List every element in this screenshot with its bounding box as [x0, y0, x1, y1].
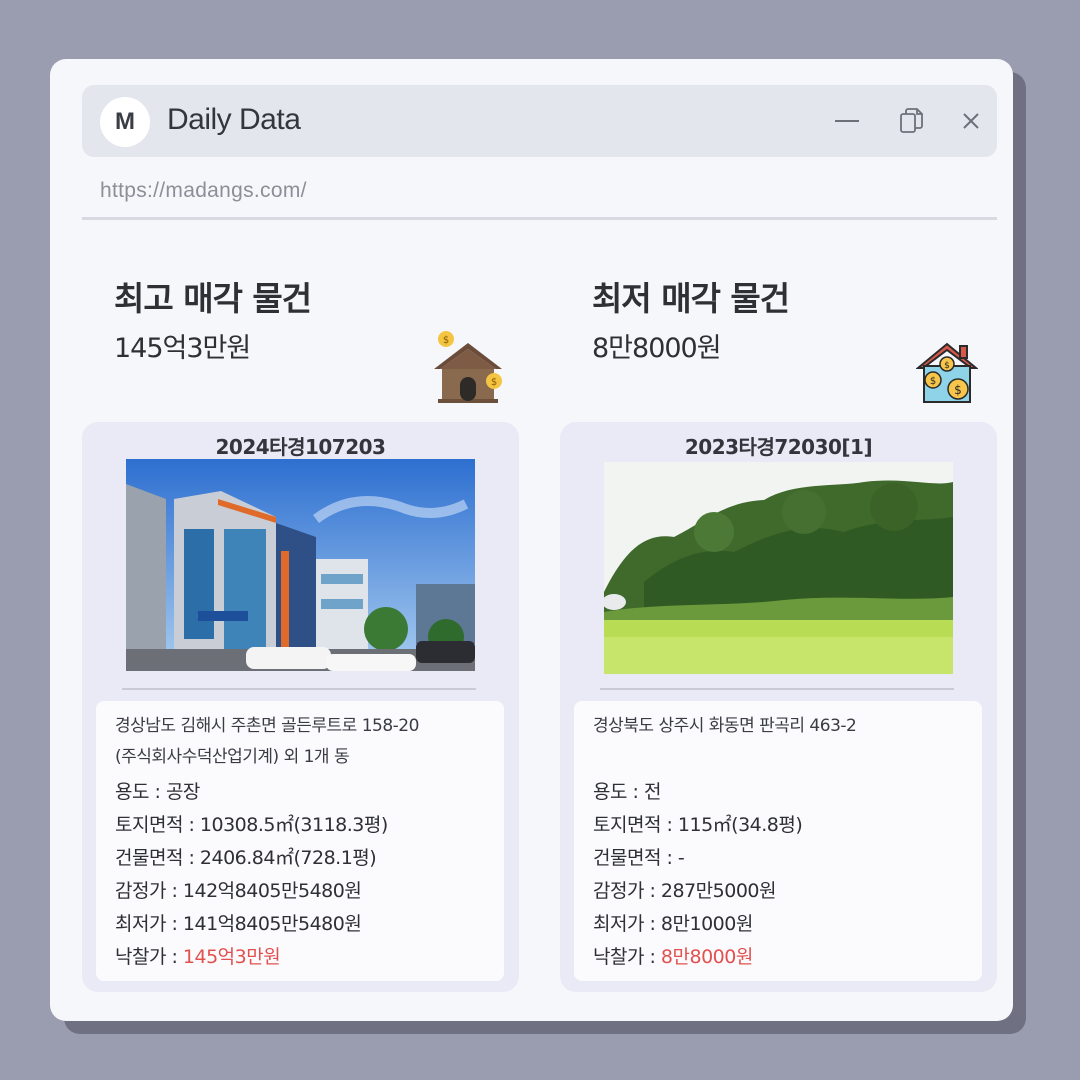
lowest-winning-bid: 낙찰가 : 8만8000원 [593, 942, 753, 969]
lowest-appraisal-value: 287만5000원 [660, 880, 777, 902]
header-divider [82, 217, 997, 220]
minimize-icon[interactable] [829, 103, 865, 139]
highest-card-divider [122, 688, 476, 690]
lowest-winning-label: 낙찰가 : [593, 946, 661, 968]
lowest-land-value: 115㎡(34.8평) [677, 814, 803, 836]
highest-address-line2: (주식회사수덕산업기계) 외 1개 동 [115, 747, 350, 767]
highest-winning-label: 낙찰가 : [115, 946, 183, 968]
highest-heading: 최고 매각 물건 [114, 279, 312, 318]
highest-usage-value: 공장 [165, 781, 200, 803]
highest-appraisal-value: 142억8405만5480원 [182, 880, 362, 902]
highest-land-label: 토지면적 : [115, 814, 200, 836]
svg-text:$: $ [930, 376, 936, 387]
lowest-minimum-label: 최저가 : [593, 913, 661, 935]
lowest-winning-value: 8만8000원 [660, 946, 753, 968]
highest-address: 경상남도 김해시 주촌면 골든루트로 158-20 (주식회사수덕산업기계) 외… [115, 711, 495, 773]
lowest-usage-value: 전 [643, 781, 661, 803]
lowest-address-line1: 경상북도 상주시 화동면 판곡리 463-2 [593, 716, 857, 736]
title-bar: M Daily Data [82, 85, 997, 157]
highest-usage: 용도 : 공장 [115, 777, 200, 804]
lowest-minimum: 최저가 : 8만1000원 [593, 909, 753, 936]
highest-building-area: 건물면적 : 2406.84㎡(728.1평) [115, 843, 377, 870]
highest-case-number: 2024타경107203 [215, 435, 386, 459]
app-window: M Daily Data https://madangs.com/ 최고 매각 … [50, 59, 1013, 1021]
highest-winning-bid: 낙찰가 : 145억3만원 [115, 942, 281, 969]
lowest-land-label: 토지면적 : [593, 814, 678, 836]
lowest-land-area: 토지면적 : 115㎡(34.8평) [593, 810, 803, 837]
highest-minimum-label: 최저가 : [115, 913, 183, 935]
lowest-info-panel: 경상북도 상주시 화동면 판곡리 463-2 용도 : 전 토지면적 : 115… [574, 701, 982, 981]
lowest-usage: 용도 : 전 [593, 777, 661, 804]
lowest-usage-label: 용도 : [593, 781, 644, 803]
lowest-case-number: 2023타경72030[1] [684, 435, 873, 459]
copy-icon[interactable] [893, 103, 929, 139]
highest-appraisal-label: 감정가 : [115, 880, 183, 902]
lowest-building-label: 건물면적 : [593, 847, 678, 869]
app-title: Daily Data [167, 103, 301, 136]
highest-address-line1: 경상남도 김해시 주촌면 골든루트로 158-20 [115, 716, 419, 736]
highest-land-value: 10308.5㎡(3118.3평) [199, 814, 388, 836]
lowest-building-area: 건물면적 : - [593, 843, 685, 870]
close-icon[interactable] [953, 103, 989, 139]
svg-text:$: $ [443, 335, 449, 346]
highest-minimum-value: 141억8405만5480원 [182, 913, 362, 935]
highest-card[interactable]: 2024타경107203 경상남도 김해시 주촌면 골든루트로 158-20 (… [82, 422, 519, 992]
highest-building-value: 2406.84㎡(728.1평) [199, 847, 377, 869]
highest-land-area: 토지면적 : 10308.5㎡(3118.3평) [115, 810, 388, 837]
url-text[interactable]: https://madangs.com/ [100, 179, 307, 203]
highest-usage-label: 용도 : [115, 781, 166, 803]
lowest-price: 8만8000원 [592, 333, 722, 364]
lowest-card[interactable]: 2023타경72030[1] 경상북도 상주시 화동면 판곡리 463-2 용도… [560, 422, 997, 992]
highest-info-panel: 경상남도 김해시 주촌면 골든루트로 158-20 (주식회사수덕산업기계) 외… [96, 701, 504, 981]
lowest-building-value: - [677, 847, 685, 869]
lowest-address: 경상북도 상주시 화동면 판곡리 463-2 [593, 711, 973, 742]
highest-winning-value: 145억3만원 [182, 946, 281, 968]
svg-text:$: $ [944, 361, 950, 371]
app-logo: M [100, 97, 150, 147]
svg-text:$: $ [491, 377, 497, 388]
lowest-card-divider [600, 688, 954, 690]
highest-property-photo [126, 459, 475, 671]
lowest-property-photo [604, 462, 953, 674]
lowest-heading: 최저 매각 물건 [592, 279, 790, 318]
svg-text:$: $ [954, 383, 962, 397]
lowest-appraisal-label: 감정가 : [593, 880, 661, 902]
house-coins-icon: $ $ $ [915, 340, 979, 408]
lowest-minimum-value: 8만1000원 [660, 913, 753, 935]
lowest-appraisal: 감정가 : 287만5000원 [593, 876, 777, 903]
highest-minimum: 최저가 : 141억8405만5480원 [115, 909, 362, 936]
highest-price: 145억3만원 [114, 333, 251, 364]
house-money-icon: $ $ [432, 331, 504, 409]
highest-building-label: 건물면적 : [115, 847, 200, 869]
highest-appraisal: 감정가 : 142억8405만5480원 [115, 876, 362, 903]
